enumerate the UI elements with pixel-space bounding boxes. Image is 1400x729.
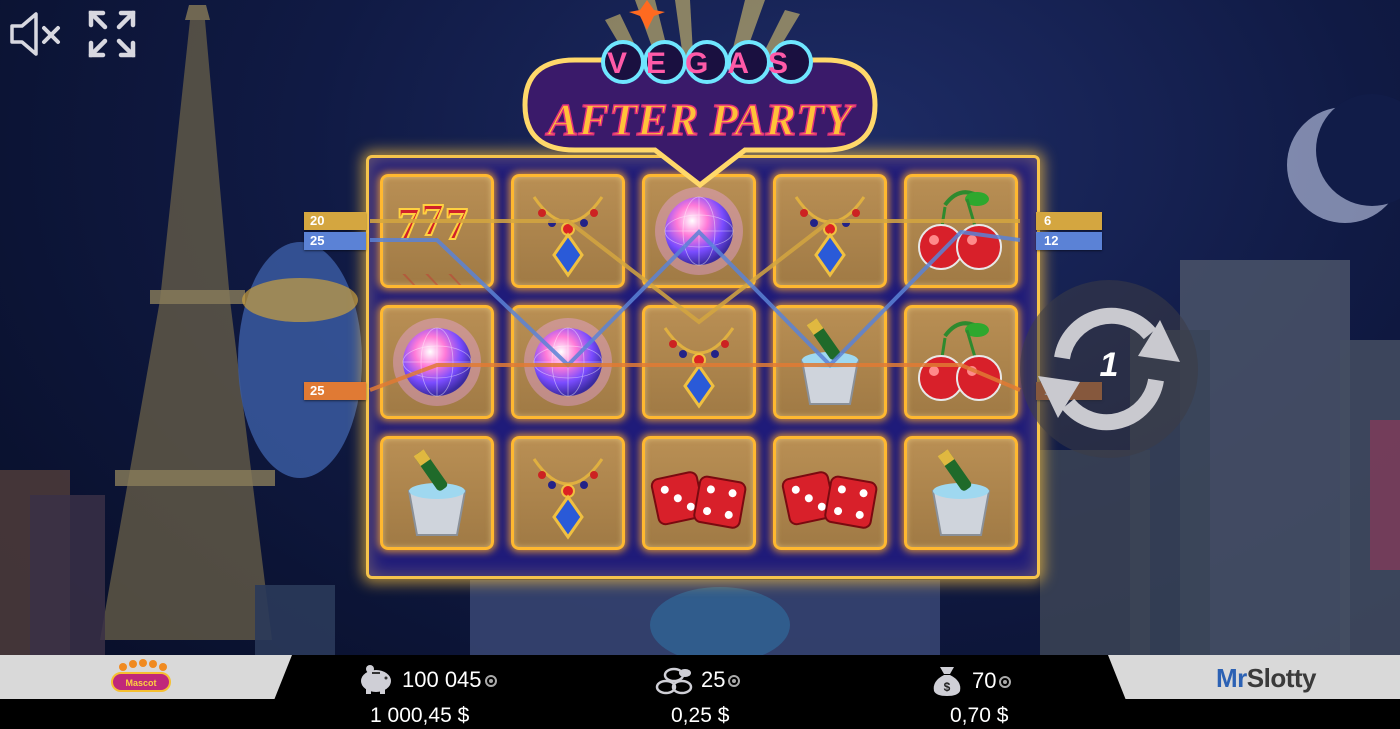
- reel-cell-1-1: 777 777: [380, 174, 494, 288]
- speaker-muted-icon: [10, 12, 60, 56]
- win-money: 0,70 $: [950, 704, 1009, 727]
- coin-icon: [484, 675, 497, 687]
- payline-tag-left-2: 25: [304, 232, 366, 250]
- reel-cell-3-5: [904, 436, 1018, 550]
- dice-symbol-icon: [781, 471, 878, 529]
- necklace-symbol-icon: [794, 196, 866, 278]
- reel-cell-3-1: [380, 436, 494, 550]
- svg-text:Mascot: Mascot: [125, 678, 156, 688]
- champagne-bucket-symbol-icon: [800, 318, 860, 405]
- piggy-bank-icon: [361, 665, 391, 694]
- mute-button[interactable]: [8, 6, 64, 62]
- necklace-symbol-icon: [663, 327, 735, 409]
- cherries-symbol-icon: [918, 321, 1002, 401]
- spin-button[interactable]: 1: [1020, 280, 1198, 458]
- bet-coins: 25: [701, 667, 726, 692]
- game-logo: VEGAS AFTER PARTY: [522, 0, 878, 189]
- brand-logo: MrSlotty: [1215, 663, 1317, 693]
- dice-symbol-icon: [650, 471, 747, 529]
- payline-tag-right-1: 6: [1036, 212, 1102, 230]
- cherries-symbol-icon: [918, 190, 1002, 270]
- provider-logo: Mascot: [111, 659, 171, 692]
- reel-cell-1-2: [511, 174, 625, 288]
- brand-plate: MrSlotty: [1108, 655, 1400, 699]
- reel-cell-2-3: [642, 305, 756, 419]
- svg-text:7: 7: [445, 198, 468, 249]
- money-bag-icon: $: [933, 667, 961, 696]
- svg-text:$: $: [944, 680, 951, 694]
- disco-ball-symbol-icon: [524, 318, 612, 406]
- reel-cell-1-3: [642, 174, 756, 288]
- coin-icon: [728, 675, 741, 687]
- sevens-symbol-icon: 777 777: [396, 193, 469, 285]
- svg-text:777: 777: [397, 269, 466, 285]
- bet-money: 0,25 $: [671, 704, 730, 727]
- reel-cell-3-3: [642, 436, 756, 550]
- fullscreen-button[interactable]: [84, 6, 140, 62]
- payline-tag-right-2: 12: [1036, 232, 1102, 250]
- reel-cell-1-5: [904, 174, 1018, 288]
- necklace-symbol-icon: [532, 196, 604, 278]
- disco-ball-symbol-icon: [393, 318, 481, 406]
- reel-cell-2-1: [380, 305, 494, 419]
- reel-cell-3-4: [773, 436, 887, 550]
- champagne-bucket-symbol-icon: [931, 449, 991, 536]
- autospin-count: 1: [1099, 346, 1119, 384]
- payline-tag-left-3: 25: [304, 382, 366, 400]
- champagne-bucket-symbol-icon: [407, 449, 467, 536]
- logo-title-after-party: AFTER PARTY: [545, 94, 856, 145]
- svg-text:7: 7: [397, 198, 420, 249]
- bottom-bar: Mascot 100 045 1 000,45 $ 25 0,25 $ $ 70…: [0, 655, 1400, 729]
- svg-text:7: 7: [421, 194, 444, 245]
- win-coins: 70: [972, 668, 997, 693]
- necklace-symbol-icon: [532, 458, 604, 540]
- balance-panel: 100 045 1 000,45 $: [358, 655, 538, 729]
- coin-icon: [999, 676, 1012, 688]
- logo-title-vegas: VEGAS: [607, 47, 807, 80]
- reel-cell-2-2: [511, 305, 625, 419]
- reel-cell-2-4: [773, 305, 887, 419]
- reel-cell-3-2: [511, 436, 625, 550]
- reel-cell-2-5: [904, 305, 1018, 419]
- game-scene: 777 777 20 25 25 6 12 VEGAS AFTER PARTY …: [0, 0, 1400, 729]
- win-panel: $ 70 0,70 $: [930, 655, 1060, 729]
- bet-panel[interactable]: 25 0,25 $: [655, 655, 785, 729]
- provider-plate: Mascot: [0, 655, 292, 699]
- reel-cell-1-4: [773, 174, 887, 288]
- chip-stack-icon: [655, 667, 693, 695]
- disco-ball-symbol-icon: [655, 187, 743, 275]
- fullscreen-icon: [88, 10, 136, 58]
- balance-money: 1 000,45 $: [370, 704, 470, 727]
- payline-tag-left-1: 20: [304, 212, 366, 230]
- balance-coins: 100 045: [402, 667, 482, 692]
